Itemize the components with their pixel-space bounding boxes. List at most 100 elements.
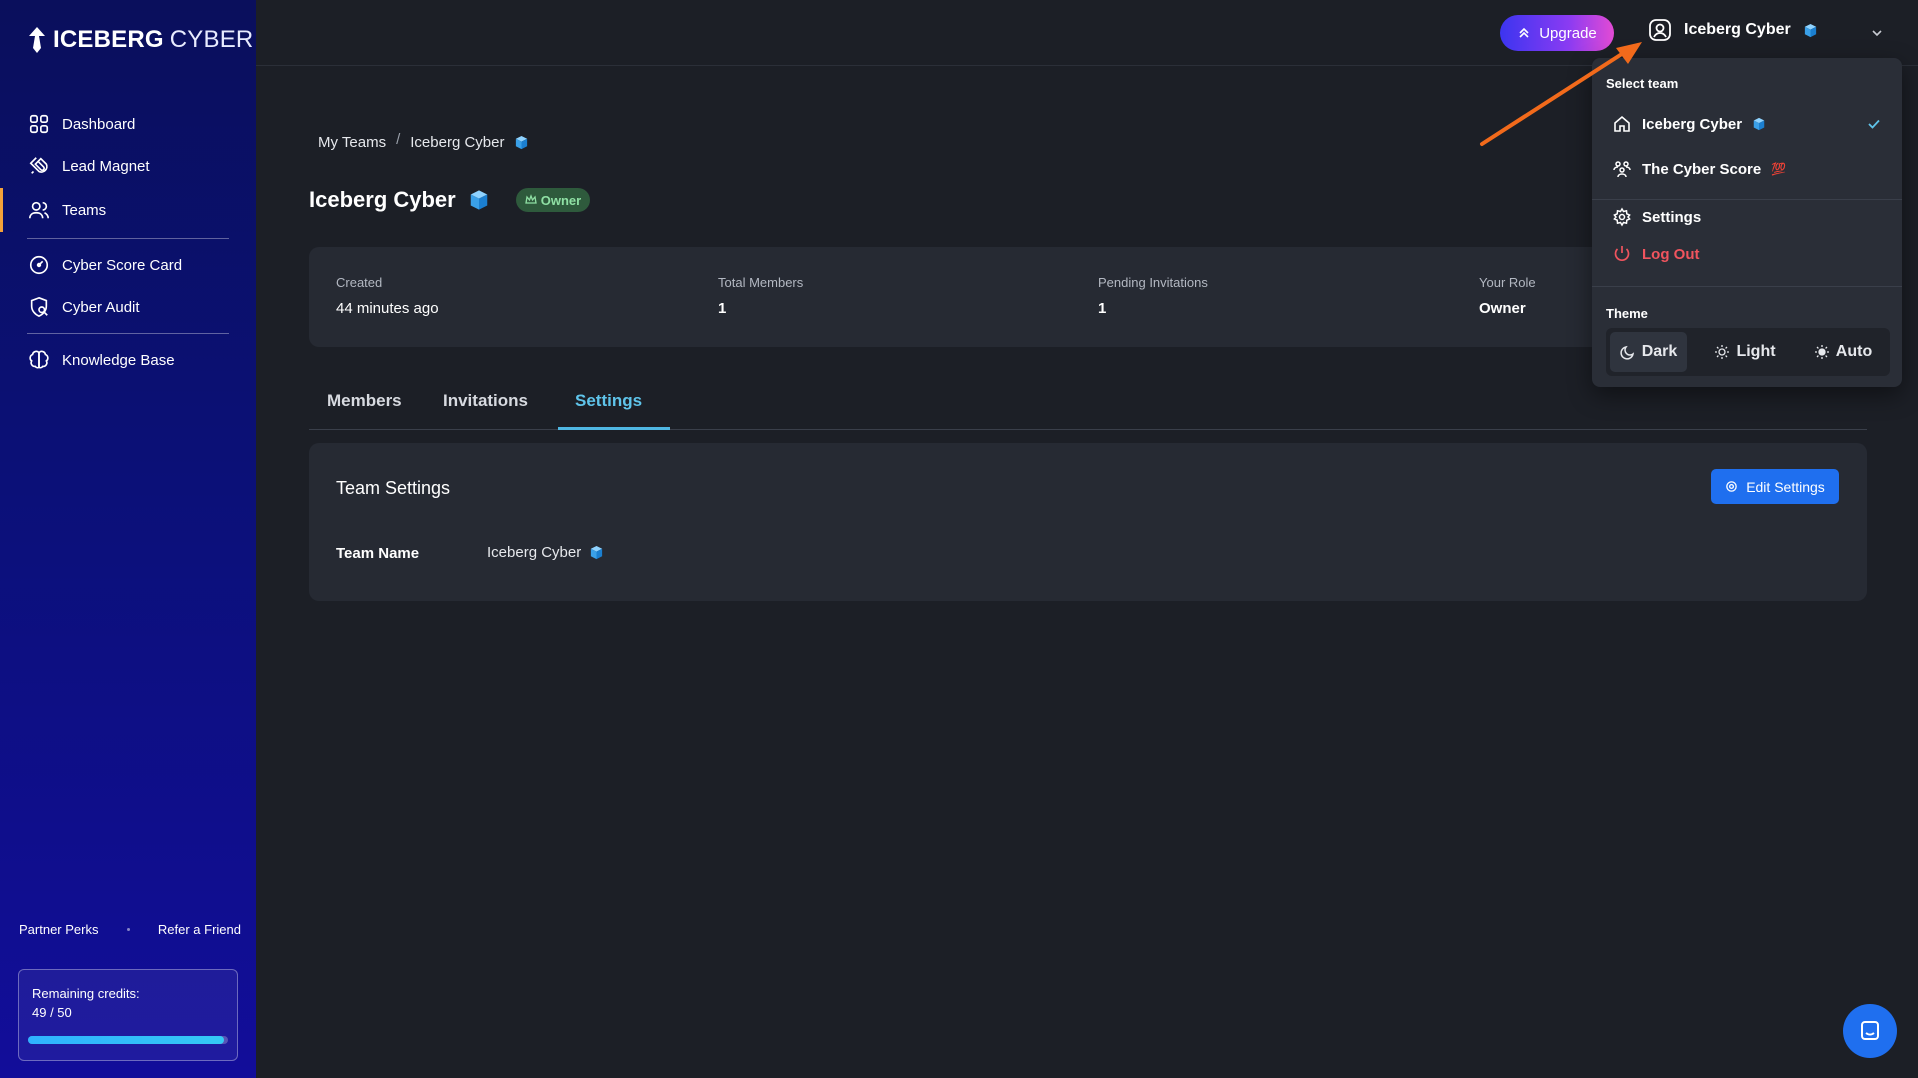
team-settings-card: Team Settings Edit Settings Team Name Ic… (309, 443, 1867, 601)
sidebar-item-cyber-score-card[interactable]: Cyber Score Card (0, 245, 256, 285)
account-menu-trigger[interactable]: Iceberg Cyber (1648, 18, 1818, 42)
dropdown-divider (1592, 286, 1902, 287)
refer-a-friend-link[interactable]: Refer a Friend (158, 922, 241, 937)
role-badge-label: Owner (540, 192, 582, 208)
sidebar-divider (27, 238, 229, 239)
stat-label: Created (336, 275, 383, 290)
team-name-text: Iceberg Cyber (487, 544, 582, 561)
sidebar-item-teams[interactable]: Teams (0, 188, 256, 232)
stat-total-members: Total Members 1 (718, 275, 803, 317)
moon-icon (1620, 345, 1634, 360)
page-title: Iceberg Cyber (309, 187, 456, 212)
breadcrumb-separator: / (396, 131, 401, 148)
chevron-down-icon[interactable] (1870, 26, 1884, 40)
card-title: Team Settings (336, 478, 451, 498)
theme-option-label: Dark (1641, 343, 1678, 360)
credits-progress-bar (28, 1036, 228, 1044)
theme-selector: Dark Light Auto (1606, 328, 1890, 376)
sidebar-item-label: Knowledge Base (62, 351, 175, 369)
settings-menu-item[interactable]: Settings (1612, 207, 1701, 227)
team-option-the-cyber-score[interactable]: The Cyber Score 💯 (1612, 159, 1786, 179)
sidebar-divider (27, 333, 229, 334)
brain-icon (29, 350, 49, 369)
blue-cube-icon (516, 135, 528, 150)
team-option-label: The Cyber Score (1642, 160, 1762, 178)
sidebar-item-knowledge-base[interactable]: Knowledge Base (0, 340, 256, 380)
gear-icon (1613, 207, 1631, 227)
edit-settings-button[interactable]: Edit Settings (1711, 469, 1839, 504)
breadcrumb-current: Iceberg Cyber (410, 134, 505, 151)
users-icon (29, 201, 49, 219)
edit-settings-label: Edit Settings (1746, 478, 1825, 495)
sidebar-item-label: Cyber Audit (62, 298, 140, 316)
brand-name-thin: CYBER (169, 26, 254, 53)
shield-search-icon (30, 296, 48, 318)
theme-option-label: Light (1736, 343, 1776, 360)
logout-menu-label: Log Out (1642, 245, 1700, 263)
sidebar-item-lead-magnet[interactable]: Lead Magnet (0, 146, 256, 186)
stat-created: Created 44 minutes ago (336, 275, 439, 317)
stat-label: Your Role (1479, 275, 1536, 290)
stat-pending-invitations: Pending Invitations 1 (1098, 275, 1208, 317)
link-separator-dot (126, 928, 130, 931)
partner-perks-link[interactable]: Partner Perks (19, 922, 98, 937)
brand-name-bold: ICEBERG (53, 26, 164, 53)
annotation-arrow (1480, 42, 1642, 146)
theme-option-dark[interactable]: Dark (1610, 332, 1687, 372)
team-option-label: Iceberg Cyber (1642, 115, 1743, 133)
active-tab-indicator (558, 427, 670, 430)
stat-value: 1 (718, 300, 727, 317)
tab-invitations[interactable]: Invitations (443, 391, 528, 411)
theme-option-light[interactable]: Light (1704, 332, 1786, 372)
power-icon (1614, 246, 1630, 261)
logout-menu-item[interactable]: Log Out (1612, 244, 1699, 264)
sidebar: ICEBERG CYBER Dashboard Lead Magnet Teams (0, 0, 256, 1078)
sidebar-item-dashboard[interactable]: Dashboard (0, 104, 256, 144)
chat-launcher-button[interactable] (1843, 1004, 1897, 1058)
sidebar-item-cyber-audit[interactable]: Cyber Audit (0, 287, 256, 327)
stat-value: Owner (1479, 300, 1526, 317)
iceberg-logo-icon (29, 27, 45, 53)
team-name-label: Team Name (336, 545, 420, 562)
blue-cube-icon (1804, 23, 1816, 37)
stat-label: Pending Invitations (1098, 275, 1208, 290)
blue-cube-icon (591, 545, 603, 560)
theme-label: Theme (1606, 306, 1648, 321)
blue-cube-icon (470, 190, 487, 210)
theme-option-label: Auto (1835, 343, 1873, 360)
hundred-points-icon: 💯 (1771, 162, 1787, 176)
credits-label: Remaining credits: (32, 986, 140, 1001)
role-badge: Owner (515, 188, 591, 212)
stat-value: 44 minutes ago (336, 300, 439, 317)
gauge-icon (29, 255, 49, 275)
sidebar-item-label: Cyber Score Card (62, 256, 183, 274)
tab-members[interactable]: Members (327, 391, 402, 411)
sun-auto-icon (1814, 345, 1829, 359)
tab-settings[interactable]: Settings (575, 391, 642, 411)
brand-logo[interactable]: ICEBERG CYBER (27, 26, 253, 54)
account-name: Iceberg Cyber (1684, 21, 1791, 38)
sidebar-item-label: Lead Magnet (62, 157, 150, 175)
blue-cube-icon (1753, 117, 1765, 131)
team-name-value: Iceberg Cyber (487, 544, 604, 561)
dropdown-divider (1592, 199, 1902, 200)
stat-your-role: Your Role Owner (1479, 275, 1536, 317)
chat-icon (1861, 1021, 1879, 1040)
settings-menu-label: Settings (1642, 208, 1702, 226)
sidebar-footer-links: Partner Perks Refer a Friend (19, 922, 241, 937)
theme-option-auto[interactable]: Auto (1802, 332, 1884, 372)
sun-icon (1715, 345, 1730, 359)
team-header: Iceberg Cyber Owner (309, 187, 591, 213)
sidebar-nav: Dashboard Lead Magnet Teams Cyber Score … (0, 104, 256, 380)
sidebar-item-label: Teams (62, 201, 107, 219)
credits-panel: Remaining credits: 49 / 50 (18, 969, 238, 1061)
sidebar-item-label: Dashboard (62, 115, 136, 133)
stat-value: 1 (1098, 300, 1107, 317)
gear-icon (1726, 481, 1737, 492)
credits-count: 49 / 50 (32, 1005, 72, 1020)
crown-icon (524, 194, 537, 204)
magnet-icon (29, 157, 48, 174)
check-icon (1868, 119, 1880, 129)
breadcrumb-my-teams[interactable]: My Teams (318, 134, 386, 151)
grid-icon (29, 114, 49, 134)
